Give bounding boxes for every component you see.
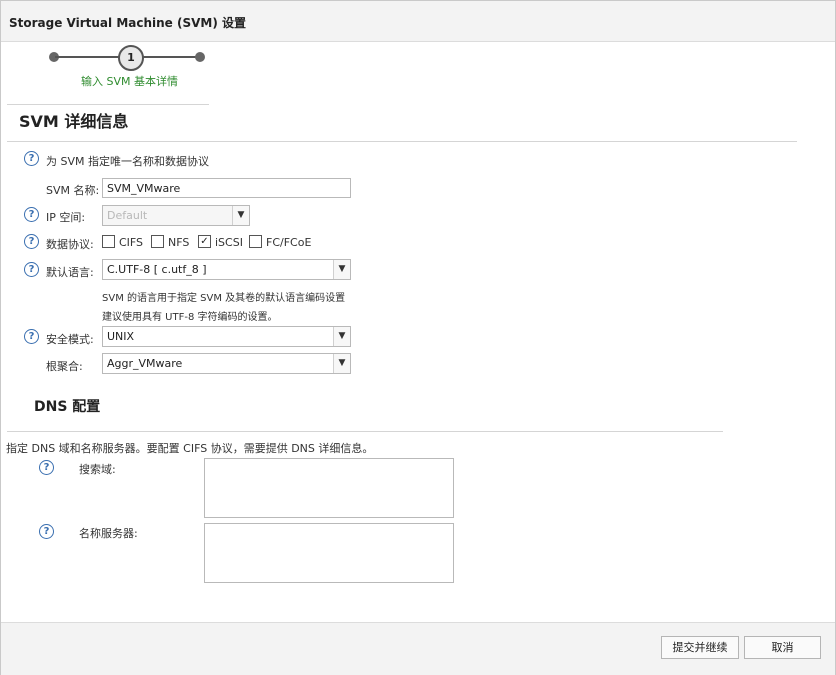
svm-details-heading: SVM 详细信息 [19,112,129,131]
iscsi-checkbox[interactable]: ✓ [198,235,211,248]
help-icon[interactable]: ? [39,460,54,475]
cifs-label: CIFS [119,236,144,249]
security-label: 安全模式: [46,333,94,346]
help-icon[interactable]: ? [24,234,39,249]
iscsi-label: iSCSI [215,236,243,249]
protocols-label: 数据协议: [46,238,94,251]
search-domain-input[interactable] [204,458,454,518]
security-select[interactable]: UNIX ▼ [102,326,351,347]
title-bar: Storage Virtual Machine (SVM) 设置 [1,1,835,42]
dialog-footer: 提交并继续 取消 [1,622,835,675]
wizard-line-left [55,56,119,58]
submit-continue-button[interactable]: 提交并继续 [661,636,739,659]
language-note-2: 建议使用具有 UTF-8 字符编码的设置。 [102,312,278,323]
svm-setup-dialog: Storage Virtual Machine (SVM) 设置 1 输入 SV… [0,0,836,675]
dns-divider [7,431,723,432]
chevron-down-icon: ▼ [333,327,350,346]
chevron-down-icon: ▼ [232,206,249,225]
help-icon[interactable]: ? [24,329,39,344]
chevron-down-icon: ▼ [333,260,350,279]
language-value: C.UTF-8 [ c.utf_8 ] [107,263,207,276]
chevron-down-icon: ▼ [333,354,350,373]
language-note-1: SVM 的语言用于指定 SVM 及其卷的默认语言编码设置 [102,293,346,304]
root-aggr-select[interactable]: Aggr_VMware ▼ [102,353,351,374]
wizard-line-right [143,56,197,58]
help-icon[interactable]: ? [39,524,54,539]
fcfcoe-label: FC/FCoE [266,236,312,249]
cancel-button[interactable]: 取消 [744,636,821,659]
nfs-label: NFS [168,236,190,249]
wizard-step-label: 输入 SVM 基本详情 [81,75,178,88]
svm-name-label: SVM 名称: [46,184,100,197]
ipspace-label: IP 空间: [46,211,86,224]
root-aggr-value: Aggr_VMware [107,357,183,370]
help-icon[interactable]: ? [24,151,39,166]
svm-name-input[interactable]: SVM_VMware [102,178,351,198]
root-aggr-label: 根聚合: [46,360,83,373]
dns-heading: DNS 配置 [34,399,101,415]
nfs-checkbox[interactable] [151,235,164,248]
help-icon[interactable]: ? [24,262,39,277]
language-select[interactable]: C.UTF-8 [ c.utf_8 ] ▼ [102,259,351,280]
ipspace-select: Default ▼ [102,205,250,226]
svm-intro-text: 为 SVM 指定唯一名称和数据协议 [46,155,209,168]
security-value: UNIX [107,330,135,343]
section-divider [7,141,797,142]
wizard-divider [7,104,209,105]
wizard-step-1: 1 [118,45,144,71]
help-icon[interactable]: ? [24,207,39,222]
wizard-progress: 1 输入 SVM 基本详情 [41,45,221,95]
fcfcoe-checkbox[interactable] [249,235,262,248]
cifs-checkbox[interactable] [102,235,115,248]
name-servers-input[interactable] [204,523,454,583]
language-label: 默认语言: [46,266,94,279]
wizard-end-dot [195,52,205,62]
search-domain-label: 搜索域: [79,463,116,476]
ipspace-value: Default [107,209,148,222]
dialog-title: Storage Virtual Machine (SVM) 设置 [9,16,247,30]
name-servers-label: 名称服务器: [79,527,138,540]
dns-intro-text: 指定 DNS 域和名称服务器。要配置 CIFS 协议，需要提供 DNS 详细信息… [6,442,374,455]
